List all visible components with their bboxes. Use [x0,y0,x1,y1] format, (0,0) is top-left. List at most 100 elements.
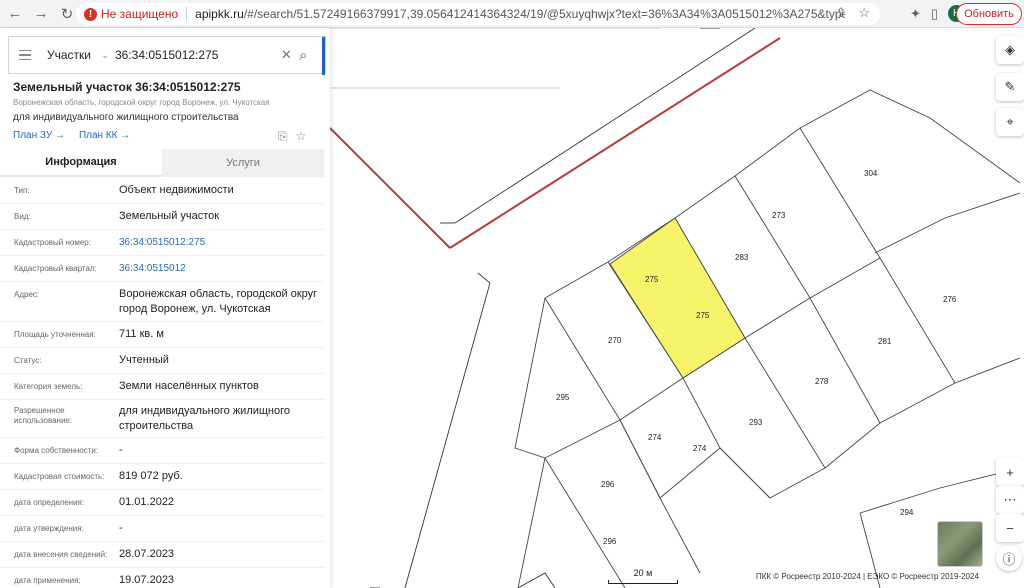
more-icon[interactable]: ⋯ [996,486,1024,514]
reload-icon[interactable]: ↻ [56,3,78,25]
row-value: - [119,522,123,534]
search-input[interactable]: 36:34:0515012:275 [115,48,281,62]
row-value: Земли населённых пунктов [119,380,259,392]
table-row: Категория земель: Земли населённых пункт… [0,374,324,400]
security-label: Не защищено [101,7,179,21]
parcel-label: 281 [878,337,892,346]
security-warning[interactable]: ! Не защищено [76,7,186,21]
plan-kk-link[interactable]: План КК → [79,130,130,141]
copyright-text: ПКК © Росреестр 2010-2024 | ЕЭКО © Росре… [756,572,979,581]
parcel-label: 276 [943,295,957,304]
tab-info[interactable]: Информация [0,149,162,177]
layer-select[interactable]: Участки [39,48,101,62]
parcel-label: 295 [556,393,570,402]
object-title: Земельный участок 36:34:0515012:275 [13,80,241,94]
satellite-basemap-toggle[interactable] [937,521,983,567]
parcel-label: 270 [608,336,622,345]
parcel-label: 294 [900,508,914,517]
favorite-star-icon[interactable]: ☆ [296,129,307,144]
parcel-label: 273 [772,211,786,220]
table-row: Кадастровая стоимость: 819 072 руб. [0,464,324,490]
warning-icon: ! [84,7,97,21]
table-row: Тип: Объект недвижимости [0,178,324,204]
update-button[interactable]: Обновить [956,3,1022,25]
layers-icon[interactable]: ◈ [996,36,1024,64]
row-value: 19.07.2023 [119,574,175,586]
table-row: Статус: Учтенный [0,348,324,374]
table-row: дата утверждения: - [0,516,324,542]
parcel-label: 274 [693,444,707,453]
row-value: 819 072 руб. [119,470,183,482]
cadastral-number-link[interactable]: 36:34:0515012:275 [119,235,319,250]
parcel-label: 283 [735,253,749,262]
row-label: Кадастровый номер: [14,238,91,247]
row-label: дата определения: [14,498,85,507]
row-label: Кадастровая стоимость: [14,472,105,481]
bookmark-star-icon[interactable]: ☆ [858,5,870,21]
selected-parcel[interactable] [609,217,746,379]
parcel-label: 293 [749,418,763,427]
cadastral-quarter-link[interactable]: 36:34:0515012 [119,261,319,276]
parcel-label: 275 [696,311,710,320]
clear-icon[interactable]: ✕ [281,47,299,63]
chevron-down-icon[interactable]: ⌄ [101,50,115,61]
table-row: дата применения: 19.07.2023 [0,568,324,588]
row-label: дата внесения сведений: [14,550,108,559]
table-row: Кадастровый номер: 36:34:0515012:275 [0,230,324,256]
menu-icon[interactable] [9,49,39,61]
row-label: дата применения: [14,576,81,585]
info-panel: Участки ⌄ 36:34:0515012:275 ✕ ⌕ Земельны… [0,28,330,588]
browser-toolbar: ← → ↻ ! Не защищено apipkk.ru/#/search/5… [0,0,1024,28]
table-row: Вид: Земельный участок [0,204,324,230]
share-icon[interactable]: ⇪ [835,5,846,21]
table-row: Адрес: Воронежская область, городской ок… [0,282,324,322]
row-value: Учтенный [119,354,169,366]
table-row: Кадастровый квартал: 36:34:0515012 [0,256,324,282]
table-row: Разрешенное использование: для индивидуа… [0,400,324,438]
zoom-in-icon[interactable]: + [996,458,1024,486]
search-accent [322,37,325,75]
forward-icon[interactable]: → [30,3,52,25]
row-label: Статус: [14,356,42,365]
row-label: Категория земель: [14,382,83,391]
table-row: дата определения: 01.01.2022 [0,490,324,516]
row-value: для индивидуального жилищного строительс… [119,405,291,432]
row-value: Воронежская область, городской округ гор… [119,288,318,315]
parcel-label: 296 [601,480,615,489]
parcel-label: 275 [645,275,659,284]
extensions-icon[interactable]: ✦ [910,6,921,22]
row-label: Тип: [14,186,30,195]
report-icon[interactable]: ⎘ [278,129,288,144]
url-path: /#/search/51.57249166379917,39.056412414… [243,7,846,21]
parcel-label: 304 [864,169,878,178]
row-label: Форма собственности: [14,446,99,455]
row-label: дата утверждения: [14,524,84,533]
row-label: Кадастровый квартал: [14,264,97,273]
parcel-label: 278 [815,377,829,386]
table-row: дата внесения сведений: 28.07.2023 [0,542,324,568]
parcel-label: 274 [648,433,662,442]
divider [186,7,188,21]
table-row: Площадь уточненная: 711 кв. м [0,322,324,348]
row-value: 28.07.2023 [119,548,175,560]
info-icon[interactable]: ⓘ [996,545,1022,571]
ruler-icon[interactable]: ✎ [996,73,1024,101]
plan-zu-link[interactable]: План ЗУ → [13,130,65,141]
object-purpose: для индивидуального жилищного строительс… [13,112,239,123]
row-value: 01.01.2022 [119,496,175,508]
url-text[interactable]: apipkk.ru/#/search/51.57249166379917,39.… [195,7,845,21]
table-row: Форма собственности: - [0,438,324,464]
parcel-label: 296 [603,537,617,546]
tab-services[interactable]: Услуги [162,149,324,177]
row-value: - [119,444,123,456]
search-bar: Участки ⌄ 36:34:0515012:275 ✕ ⌕ [8,36,326,75]
zoom-out-icon[interactable]: − [996,514,1024,542]
row-label: Вид: [14,212,31,221]
object-address: Воронежская область, городской округ гор… [13,98,270,107]
sidepanel-icon[interactable]: ▯ [931,6,938,22]
locate-icon[interactable]: ⌖ [996,108,1024,136]
back-icon[interactable]: ← [4,3,26,25]
address-bar[interactable]: ! Не защищено apipkk.ru/#/search/51.5724… [76,3,880,25]
row-value: Земельный участок [119,210,220,222]
row-label: Адрес: [14,290,40,299]
